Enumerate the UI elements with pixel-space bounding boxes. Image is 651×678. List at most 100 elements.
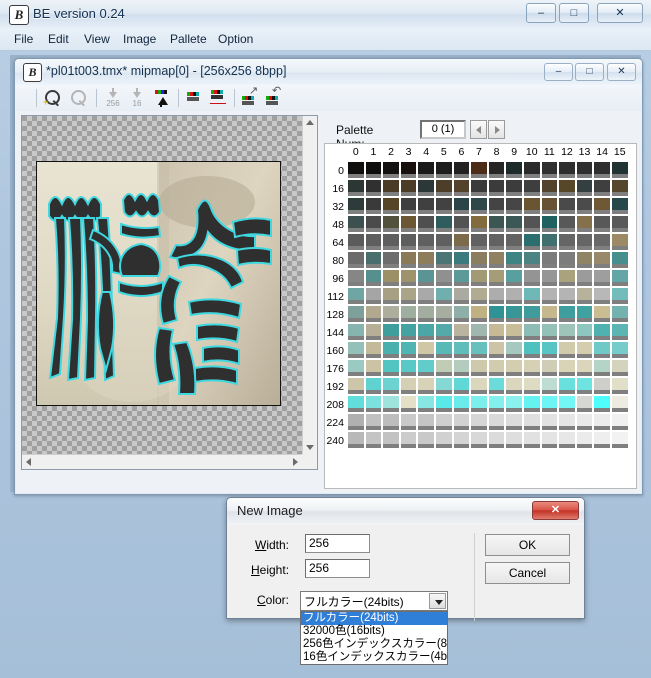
palette-swatch-200[interactable]: [488, 378, 506, 396]
palette-swatch-38[interactable]: [453, 198, 471, 216]
palette-swatch-218[interactable]: [523, 396, 541, 414]
palette-swatch-109[interactable]: [576, 270, 594, 288]
palette-swatch-214[interactable]: [453, 396, 471, 414]
menu-view[interactable]: View: [78, 31, 116, 48]
palette-swatch-77[interactable]: [576, 234, 594, 252]
palette-swatch-36[interactable]: [417, 198, 435, 216]
palette-swatch-252[interactable]: [558, 432, 576, 450]
menu-edit[interactable]: Edit: [42, 31, 75, 48]
palette-swatch-183[interactable]: [470, 360, 488, 378]
palette-swatch-144[interactable]: [347, 324, 365, 342]
palette-swatch-127[interactable]: [611, 288, 629, 306]
palette-swatch-117[interactable]: [435, 288, 453, 306]
palette-swatch-55[interactable]: [470, 216, 488, 234]
minimize-button[interactable]: –: [526, 3, 556, 23]
palette-swatch-43[interactable]: [541, 198, 559, 216]
palette-swatch-101[interactable]: [435, 270, 453, 288]
palette-swatch-185[interactable]: [505, 360, 523, 378]
color-option-0[interactable]: フルカラー(24bits): [301, 612, 447, 625]
palette-swatch-159[interactable]: [611, 324, 629, 342]
palette-swatch-206[interactable]: [593, 378, 611, 396]
palette-swatch-35[interactable]: [400, 198, 418, 216]
palette-swatch-54[interactable]: [453, 216, 471, 234]
palette-swatch-7[interactable]: [470, 162, 488, 180]
palette-swatch-42[interactable]: [523, 198, 541, 216]
palette-swatch-124[interactable]: [558, 288, 576, 306]
palette-swatch-149[interactable]: [435, 324, 453, 342]
menu-pallete[interactable]: Pallete: [164, 31, 213, 48]
palette-swatch-83[interactable]: [400, 252, 418, 270]
palette-swatch-176[interactable]: [347, 360, 365, 378]
palette-swatch-228[interactable]: [417, 414, 435, 432]
palette-swatch-6[interactable]: [453, 162, 471, 180]
palette-swatch-66[interactable]: [382, 234, 400, 252]
palette-swatch-59[interactable]: [541, 216, 559, 234]
palette-swatch-175[interactable]: [611, 342, 629, 360]
palette-swatch-155[interactable]: [541, 324, 559, 342]
palette-swatch-75[interactable]: [541, 234, 559, 252]
color-option-3[interactable]: 16色インデックスカラー(4bti: [301, 651, 447, 664]
palette-swatch-239[interactable]: [611, 414, 629, 432]
palette-swatch-26[interactable]: [523, 180, 541, 198]
palette-swatch-178[interactable]: [382, 360, 400, 378]
menu-file[interactable]: File: [8, 31, 39, 48]
palette-swatch-182[interactable]: [453, 360, 471, 378]
palette-swatch-62[interactable]: [593, 216, 611, 234]
palette-swatch-161[interactable]: [365, 342, 383, 360]
palette-swatch-70[interactable]: [453, 234, 471, 252]
palette-swatch-40[interactable]: [488, 198, 506, 216]
palette-swatch-179[interactable]: [400, 360, 418, 378]
palette-swatch-248[interactable]: [488, 432, 506, 450]
palette-swatch-48[interactable]: [347, 216, 365, 234]
reduce-16-icon[interactable]: 16: [126, 88, 148, 108]
palette-swatch-146[interactable]: [382, 324, 400, 342]
palette-prev-button[interactable]: [470, 120, 487, 139]
palette-swatch-128[interactable]: [347, 306, 365, 324]
palette-swatch-74[interactable]: [523, 234, 541, 252]
palette-swatch-243[interactable]: [400, 432, 418, 450]
palette-swatch-238[interactable]: [593, 414, 611, 432]
palette-swatch-87[interactable]: [470, 252, 488, 270]
palette-swatch-231[interactable]: [470, 414, 488, 432]
maximize-button[interactable]: □: [559, 3, 589, 23]
palette-swatch-95[interactable]: [611, 252, 629, 270]
palette-swatch-0[interactable]: [347, 162, 365, 180]
palette-swatch-120[interactable]: [488, 288, 506, 306]
palette-swatch-193[interactable]: [365, 378, 383, 396]
canvas-vertical-scrollbar[interactable]: [302, 116, 317, 454]
palette-swatch-14[interactable]: [593, 162, 611, 180]
palette-swatch-133[interactable]: [435, 306, 453, 324]
palette-swatch-90[interactable]: [523, 252, 541, 270]
palette-swatch-190[interactable]: [593, 360, 611, 378]
palette-swatch-153[interactable]: [505, 324, 523, 342]
palette-swatch-241[interactable]: [365, 432, 383, 450]
palette-swatch-202[interactable]: [523, 378, 541, 396]
palette-swatch-18[interactable]: [382, 180, 400, 198]
palette-swatch-201[interactable]: [505, 378, 523, 396]
palette-swatch-28[interactable]: [558, 180, 576, 198]
palette-swatch-196[interactable]: [417, 378, 435, 396]
palette-swatch-107[interactable]: [541, 270, 559, 288]
palette-swatch-188[interactable]: [558, 360, 576, 378]
document-maximize-button[interactable]: □: [575, 63, 604, 81]
palette-swatch-217[interactable]: [505, 396, 523, 414]
palette-swatch-67[interactable]: [400, 234, 418, 252]
chevron-down-icon[interactable]: [429, 593, 446, 609]
palette-swatch-10[interactable]: [523, 162, 541, 180]
palette-swatch-32[interactable]: [347, 198, 365, 216]
palette-swatch-15[interactable]: [611, 162, 629, 180]
palette-swatch-192[interactable]: [347, 378, 365, 396]
palette-swatch-44[interactable]: [558, 198, 576, 216]
palette-icon[interactable]: [184, 88, 206, 108]
palette-swatch-100[interactable]: [417, 270, 435, 288]
palette-swatch-171[interactable]: [541, 342, 559, 360]
document-close-button[interactable]: ✕: [607, 63, 636, 81]
palette-swatch-113[interactable]: [365, 288, 383, 306]
document-minimize-button[interactable]: –: [544, 63, 573, 81]
palette-swatch-137[interactable]: [505, 306, 523, 324]
palette-swatch-78[interactable]: [593, 234, 611, 252]
palette-swatch-34[interactable]: [382, 198, 400, 216]
palette-swatch-12[interactable]: [558, 162, 576, 180]
palette-swatch-63[interactable]: [611, 216, 629, 234]
palette-swatch-8[interactable]: [488, 162, 506, 180]
